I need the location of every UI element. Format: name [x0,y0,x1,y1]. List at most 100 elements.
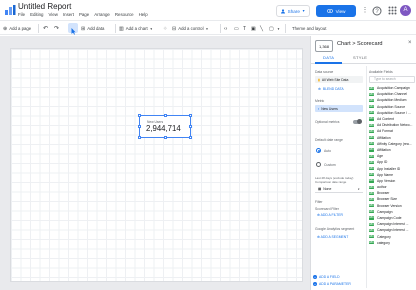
report-title[interactable]: Untitled Report [18,2,71,11]
eye-icon [326,9,333,13]
chart-type-icon[interactable]: 1,368 [315,40,333,52]
fields-search-input[interactable]: Type to search [369,76,415,83]
resize-handle[interactable] [189,114,192,117]
resize-handle[interactable] [138,136,141,139]
add-person-icon [280,8,286,14]
add-parameter-button[interactable]: + ADD A PARAMETER [313,282,351,286]
image-insert-icon[interactable]: ▣ [251,24,256,33]
data-source-heading: Data source [315,70,334,74]
tab-style[interactable]: STYLE [353,55,367,60]
add-filter-button[interactable]: ⊕ ADD A FILTER [317,213,343,217]
resize-handle[interactable] [164,114,167,117]
add-segment-button[interactable]: ⊕ ADD A SEGMENT [317,235,348,239]
apps-grid-icon[interactable] [388,6,397,15]
chart-icon: ▥ [119,25,124,32]
toolbar-divider [285,24,286,33]
optional-metrics-toggle[interactable] [353,119,362,124]
metric-chip[interactable]: ▪ New Users [315,105,363,112]
help-icon[interactable]: ? [372,6,382,16]
add-control-button[interactable]: ⊟ Add a control ▼ [172,24,209,33]
menu-file[interactable]: File [18,12,25,17]
cursor-icon [71,28,76,35]
resize-handle[interactable] [138,114,141,117]
field-name: Campaign [377,209,393,214]
tab-data[interactable]: DATA [323,55,334,60]
custom-label: Custom [324,163,336,167]
redo-icon[interactable]: ↷ [54,24,59,33]
optional-metrics-label: Optional metrics [315,120,340,124]
text-icon[interactable]: T [243,24,246,33]
add-data-button[interactable]: ⊞ Add data [81,24,104,33]
dimension-type-icon: ABC [369,191,374,195]
add-field-button[interactable]: + ADD A FIELD [313,275,340,279]
field-name: Browser Version [377,203,402,208]
field-item[interactable]: ABC category [369,240,416,246]
field-name: Campaign Interest ... [377,222,409,227]
more-options-icon[interactable]: ⋮ [361,6,369,16]
avatar[interactable]: A [400,5,411,16]
shape-icon[interactable]: ▢ [269,24,274,33]
add-chart-label: Add a chart [125,26,148,31]
add-chart-button[interactable]: ▥ Add a chart ▼ [119,24,153,33]
theme-layout-button[interactable]: Theme and layout [292,24,326,33]
comparison-value: None [323,187,332,191]
data-source-selector[interactable]: ▮ All Web Site Data [315,76,363,83]
add-icon: ⊕ [317,213,320,217]
report-page[interactable]: New Users 2,944,714 [10,48,303,282]
share-label: Share [287,8,300,14]
menu-help[interactable]: Help [139,12,148,17]
resize-handle[interactable] [138,125,141,128]
menu-arrange[interactable]: Arrange [94,12,110,17]
add-field-label: ADD A FIELD [319,275,340,279]
menu-page[interactable]: Page [79,12,89,17]
filter-heading: Filter [315,200,323,204]
custom-radio[interactable] [316,162,321,167]
undo-icon[interactable]: ↶ [43,24,48,33]
available-fields-column: Available Fields Type to search ABC Acqui… [366,66,416,288]
field-name: Acquisition Campaign [377,86,410,91]
comparison-dropdown[interactable]: ▦ None ▼ [315,186,363,193]
line-icon[interactable]: ╲ [260,24,263,33]
view-button[interactable]: View [316,5,356,17]
close-icon[interactable]: × [408,40,412,46]
menu-insert[interactable]: Insert [63,12,74,17]
theme-layout-label: Theme and layout [292,26,327,31]
optional-metrics-row: Optional metrics [315,119,363,125]
auto-radio[interactable] [316,148,321,153]
code-icon[interactable]: ‹› [224,24,227,33]
dimension-type-icon: ABC [369,216,374,220]
chevron-down-icon: ▼ [357,187,360,191]
toolbar-divider [38,24,39,33]
resize-handle[interactable] [164,136,167,139]
menu-view[interactable]: View [49,12,58,17]
dimension-type-icon: ABC [369,210,374,214]
menu-editing[interactable]: Editing [30,12,43,17]
chevron-down-icon[interactable]: ▼ [277,24,280,33]
field-name: Acquisition Medium [377,98,407,103]
field-name: Affiliation [377,135,391,140]
add-data-label: Add data [87,26,105,31]
dimension-type-icon: ABC [369,222,374,226]
resize-handle[interactable] [189,125,192,128]
scorecard-chart[interactable]: New Users 2,944,714 [138,114,192,139]
resize-handle[interactable] [189,136,192,139]
select-tool-button[interactable] [68,23,78,35]
comparison-heading: Comparison date range [315,180,347,184]
metric-name: New Users [321,106,338,111]
community-viz-icon[interactable]: ⁘ [163,24,167,33]
dimension-type-icon: ABC [369,98,374,103]
add-page-icon: ⊕ [3,25,8,32]
field-name: author [377,185,387,190]
add-page-label: Add a page [9,26,32,31]
add-page-button[interactable]: ⊕ Add a page [3,24,31,33]
blend-data-button[interactable]: ⊕ BLEND DATA [315,85,363,92]
toolbar: ⊕ Add a page ↶ ↷ ⊞ Add data ▥ Add a char… [0,20,416,35]
field-name: Category [377,234,391,239]
chevron-down-icon: ▼ [301,9,306,13]
menu-resource[interactable]: Resource [115,12,134,17]
data-studio-logo-icon[interactable] [4,4,16,16]
share-button[interactable]: Share ▼ [276,5,310,17]
image-icon[interactable]: ▭ [234,24,239,33]
add-icon: ⊕ [317,235,320,239]
metric-type-icon: ▪ [318,106,320,111]
